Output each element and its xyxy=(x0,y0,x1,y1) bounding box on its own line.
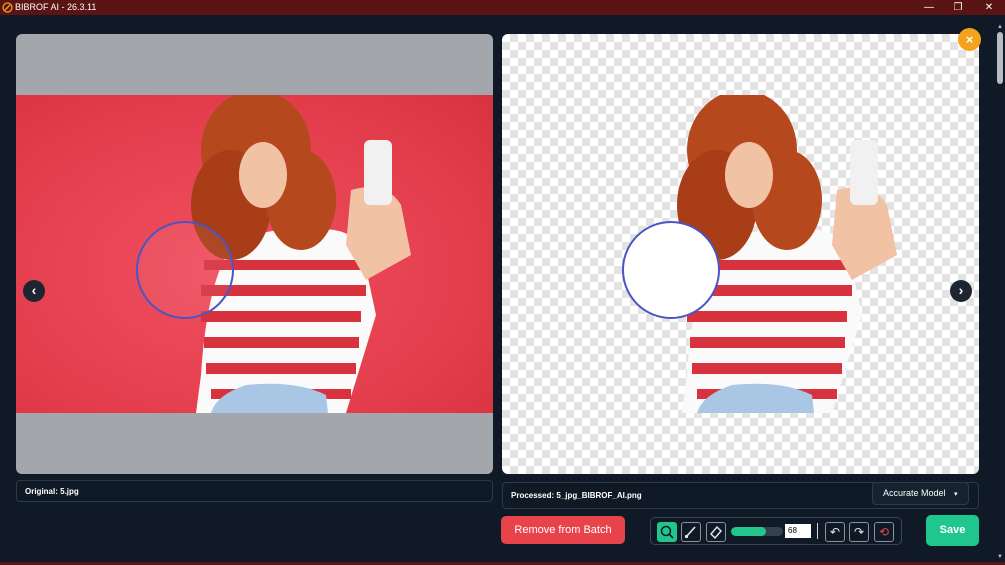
brush-icon xyxy=(684,526,696,539)
app-logo-icon xyxy=(2,2,13,13)
original-lens-circle xyxy=(136,221,234,319)
scroll-up-icon[interactable]: ▲ xyxy=(996,24,1004,30)
edit-toolbar: 68 ↶ ↷ ⟲ xyxy=(650,517,902,545)
processed-lens-circle xyxy=(622,221,720,319)
title-bar: BIBROF AI - 26.3.11 — ❐ ✕ xyxy=(0,0,1005,15)
zoom-tool-button[interactable] xyxy=(657,522,677,542)
vertical-scrollbar[interactable]: ▲ ▼ xyxy=(995,24,1005,565)
close-preview-button[interactable]: × xyxy=(958,28,981,51)
undo-button[interactable]: ↶ xyxy=(825,522,845,542)
processed-photo xyxy=(502,90,979,413)
restore-button[interactable]: ❐ xyxy=(943,0,973,15)
brush-tool-button[interactable] xyxy=(681,522,701,542)
save-button[interactable]: Save xyxy=(926,515,979,546)
model-select-value: Accurate Model xyxy=(883,488,946,498)
original-preview-panel[interactable] xyxy=(16,34,493,474)
minimize-button[interactable]: — xyxy=(914,0,944,15)
scrollbar-thumb[interactable] xyxy=(997,32,1003,84)
search-icon xyxy=(660,525,674,539)
scroll-down-icon[interactable]: ▼ xyxy=(996,554,1004,560)
eraser-tool-button[interactable] xyxy=(706,522,726,542)
chevron-down-icon: ▾ xyxy=(954,491,958,498)
original-caption: Original: 5.jpg xyxy=(16,480,493,502)
redo-icon: ↷ xyxy=(853,525,865,539)
reset-icon: ⟲ xyxy=(878,525,890,539)
brush-size-fill xyxy=(731,527,767,536)
processed-preview-panel[interactable] xyxy=(502,34,979,474)
toolbar-divider xyxy=(817,523,818,539)
processed-subject-illustration xyxy=(677,90,897,413)
original-subject-illustration xyxy=(191,90,411,413)
model-select[interactable]: Accurate Model ▾ xyxy=(872,482,969,505)
brush-size-slider[interactable] xyxy=(731,527,783,536)
undo-icon: ↶ xyxy=(829,525,841,539)
brush-size-input[interactable]: 68 xyxy=(785,524,811,538)
previous-image-button[interactable]: ‹ xyxy=(23,280,45,302)
next-image-button[interactable]: › xyxy=(950,280,972,302)
remove-from-batch-button[interactable]: Remove from Batch xyxy=(501,516,625,544)
redo-button[interactable]: ↷ xyxy=(849,522,869,542)
close-window-button[interactable]: ✕ xyxy=(974,0,1004,15)
window-title: BIBROF AI - 26.3.11 xyxy=(15,2,97,12)
eraser-icon xyxy=(710,525,722,540)
original-photo xyxy=(16,90,493,413)
reset-button[interactable]: ⟲ xyxy=(874,522,894,542)
processed-caption-text: Processed: 5_jpg_BIBROF_AI.png xyxy=(511,491,642,500)
